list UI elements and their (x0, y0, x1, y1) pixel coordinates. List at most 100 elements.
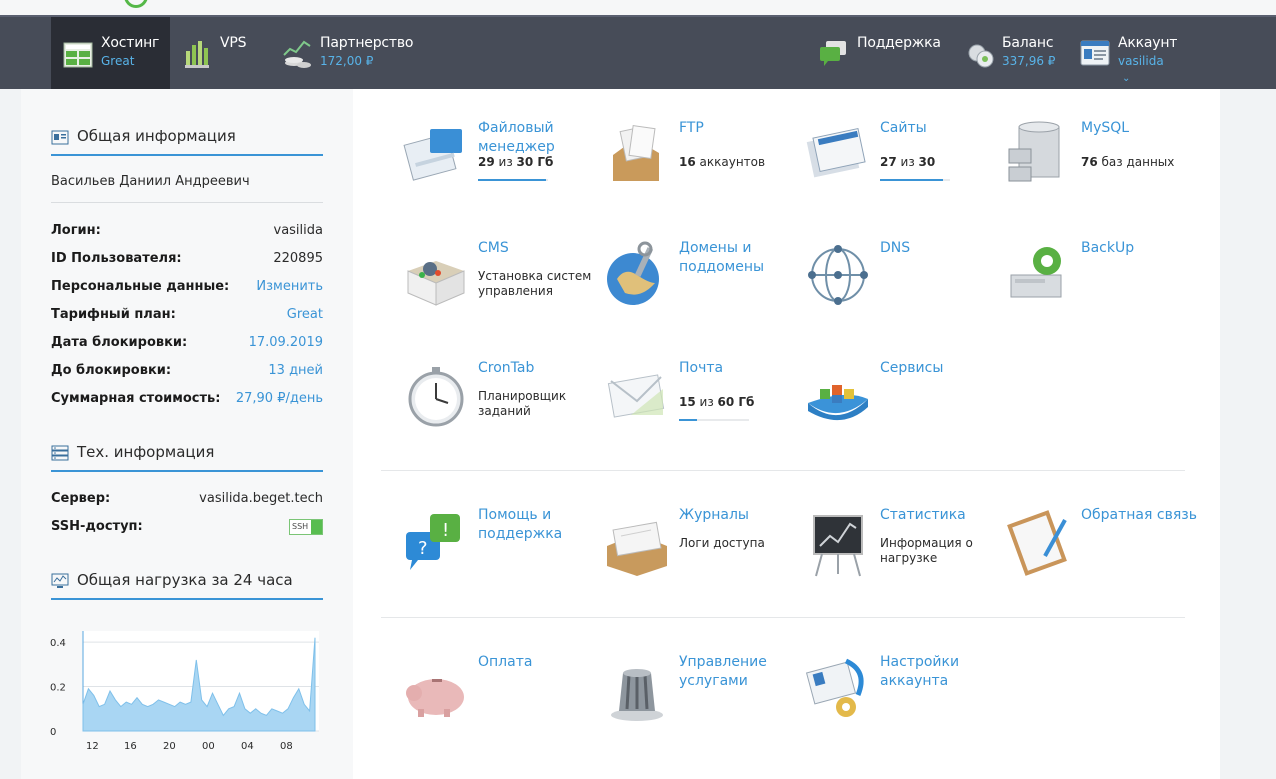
tiles-divider (381, 617, 1185, 618)
tile-description: Логи доступа (679, 536, 765, 550)
info-row-ssh: SSH-доступ: SSH (51, 519, 323, 539)
info-row-user-id: ID Пользователя: 220895 (51, 251, 323, 271)
usage-text: из (695, 395, 718, 409)
tile-file-manager[interactable]: Файловый менеджер 29 из 30 Гб (400, 119, 600, 229)
nav-balance[interactable]: Баланс 337,96 ₽ (960, 17, 1065, 89)
usage-text: из (494, 155, 517, 169)
tile-stats[interactable]: Статистика Информация о нагрузке (802, 506, 1002, 616)
tile-domains[interactable]: Домены и поддомены (601, 239, 801, 349)
edit-personal-data-link[interactable]: Изменить (256, 279, 323, 294)
nav-support-label: Поддержка (857, 35, 941, 51)
tile-title[interactable]: Обратная связь (1081, 506, 1201, 525)
nav-partner[interactable]: Партнерство 172,00 ₽ (272, 17, 432, 89)
balance-coins-icon (968, 44, 994, 68)
usage-value: 15 (679, 395, 696, 409)
tile-account-settings[interactable]: Настройки аккаунта (802, 653, 1002, 763)
logo-icon[interactable] (124, 0, 148, 8)
usage-progress-bar (880, 179, 950, 181)
tech-info-header: Тех. информация (51, 443, 323, 463)
tile-title[interactable]: Сервисы (880, 359, 1000, 378)
right-gutter (1220, 89, 1276, 779)
chart-y-tick-label: 0.2 (50, 683, 66, 694)
tile-usage: 15 из 60 Гб (679, 395, 754, 409)
tile-usage: 27 из 30 (880, 155, 935, 169)
nav-hosting[interactable]: Хостинг Great (51, 17, 170, 89)
load-title: Общая нагрузка за 24 часа (77, 571, 293, 589)
ssh-toggle-knob (311, 520, 322, 534)
tile-feedback[interactable]: Обратная связь (1003, 506, 1203, 616)
tile-title[interactable]: Статистика (880, 506, 1000, 525)
nav-vps[interactable]: VPS (172, 17, 262, 89)
tile-title[interactable]: MySQL (1081, 119, 1201, 138)
general-info-title: Общая информация (77, 127, 236, 145)
svg-text:!: ! (442, 520, 449, 541)
nav-support[interactable]: Поддержка (810, 17, 950, 89)
dns-icon (808, 245, 868, 305)
section-underline (51, 598, 323, 600)
tile-title[interactable]: Почта (679, 359, 799, 378)
nav-account-label: Аккаунт (1118, 35, 1178, 51)
tile-backup[interactable]: BackUp (1003, 239, 1203, 349)
info-key: ID Пользователя: (51, 251, 182, 266)
nav-partner-amount: 172,00 ₽ (320, 54, 374, 68)
tile-title[interactable]: FTP (679, 119, 799, 138)
nav-balance-label: Баланс (1002, 35, 1054, 51)
feedback-icon (1007, 510, 1067, 576)
tile-mysql[interactable]: MySQL 76 баз данных (1003, 119, 1203, 229)
tile-payment[interactable]: Оплата (400, 653, 600, 763)
tile-help[interactable]: ?! Помощь и поддержка (400, 506, 600, 616)
tile-logs[interactable]: Журналы Логи доступа (601, 506, 801, 616)
nav-hosting-label: Хостинг (101, 35, 160, 51)
top-navbar: Хостинг Great VPS Партнерство 172,00 ₽ П… (0, 15, 1276, 89)
nav-account[interactable]: Аккаунт vasilida ⌄ (1072, 17, 1212, 89)
total-cost-link[interactable]: 27,90 ₽/день (236, 391, 323, 406)
chart-monitor-icon (51, 573, 69, 588)
tile-title[interactable]: Сайты (880, 119, 1000, 138)
tile-dns[interactable]: DNS (802, 239, 1002, 349)
info-row-login: Логин: vasilida (51, 223, 323, 243)
tile-title[interactable]: Помощь и поддержка (478, 506, 598, 544)
load-header: Общая нагрузка за 24 часа (51, 571, 323, 591)
ssh-toggle[interactable]: SSH (289, 519, 323, 535)
tile-crontab[interactable]: CronTab Планировщик заданий (400, 359, 600, 469)
info-value: vasilida (273, 223, 324, 238)
general-info-header: Общая информация (51, 127, 323, 147)
tile-title[interactable]: Управление услугами (679, 653, 799, 691)
info-row-total-cost: Суммарная стоимость: 27,90 ₽/день (51, 391, 323, 411)
nav-vps-label: VPS (220, 35, 247, 51)
days-left-link[interactable]: 13 дней (268, 363, 323, 378)
ssh-toggle-label: SSH (292, 522, 309, 531)
tile-title[interactable]: Файловый менеджер (478, 119, 598, 157)
tile-services[interactable]: Сервисы (802, 359, 1002, 469)
chart-x-tick-label: 00 (202, 741, 215, 752)
tile-ftp[interactable]: FTP 16 аккаунтов (601, 119, 801, 229)
tile-title[interactable]: CronTab (478, 359, 598, 378)
tile-title[interactable]: Настройки аккаунта (880, 653, 1000, 691)
tile-title[interactable]: Домены и поддомены (679, 239, 799, 277)
usage-text: из (896, 155, 919, 169)
chart-x-tick-label: 08 (280, 741, 293, 752)
stats-icon (813, 515, 863, 577)
usage-value: 27 (880, 155, 897, 169)
sidebar: Общая информация Васильев Даниил Андреев… (21, 89, 353, 779)
chart-x-tick-label: 12 (86, 741, 99, 752)
id-card-icon (51, 130, 69, 145)
tile-title[interactable]: DNS (880, 239, 1000, 258)
block-date-link[interactable]: 17.09.2019 (249, 335, 323, 350)
tile-title[interactable]: Журналы (679, 506, 799, 525)
usage-limit: 60 Гб (717, 395, 755, 409)
tile-sites[interactable]: Сайты 27 из 30 (802, 119, 1002, 229)
tile-title[interactable]: CMS (478, 239, 598, 258)
sites-icon (806, 127, 866, 178)
info-value: 220895 (273, 251, 323, 266)
tariff-link[interactable]: Great (287, 307, 323, 322)
logs-icon (607, 521, 667, 576)
chevron-down-icon[interactable]: ⌄ (1122, 73, 1130, 84)
tile-cms[interactable]: CMS Установка систем управления (400, 239, 600, 349)
tile-title[interactable]: BackUp (1081, 239, 1201, 258)
tile-services-manage[interactable]: Управление услугами (601, 653, 801, 763)
crontab-icon (408, 367, 464, 427)
tile-mail[interactable]: Почта 15 из 60 Гб (601, 359, 801, 469)
svg-text:?: ? (418, 538, 428, 559)
tile-title[interactable]: Оплата (478, 653, 598, 672)
